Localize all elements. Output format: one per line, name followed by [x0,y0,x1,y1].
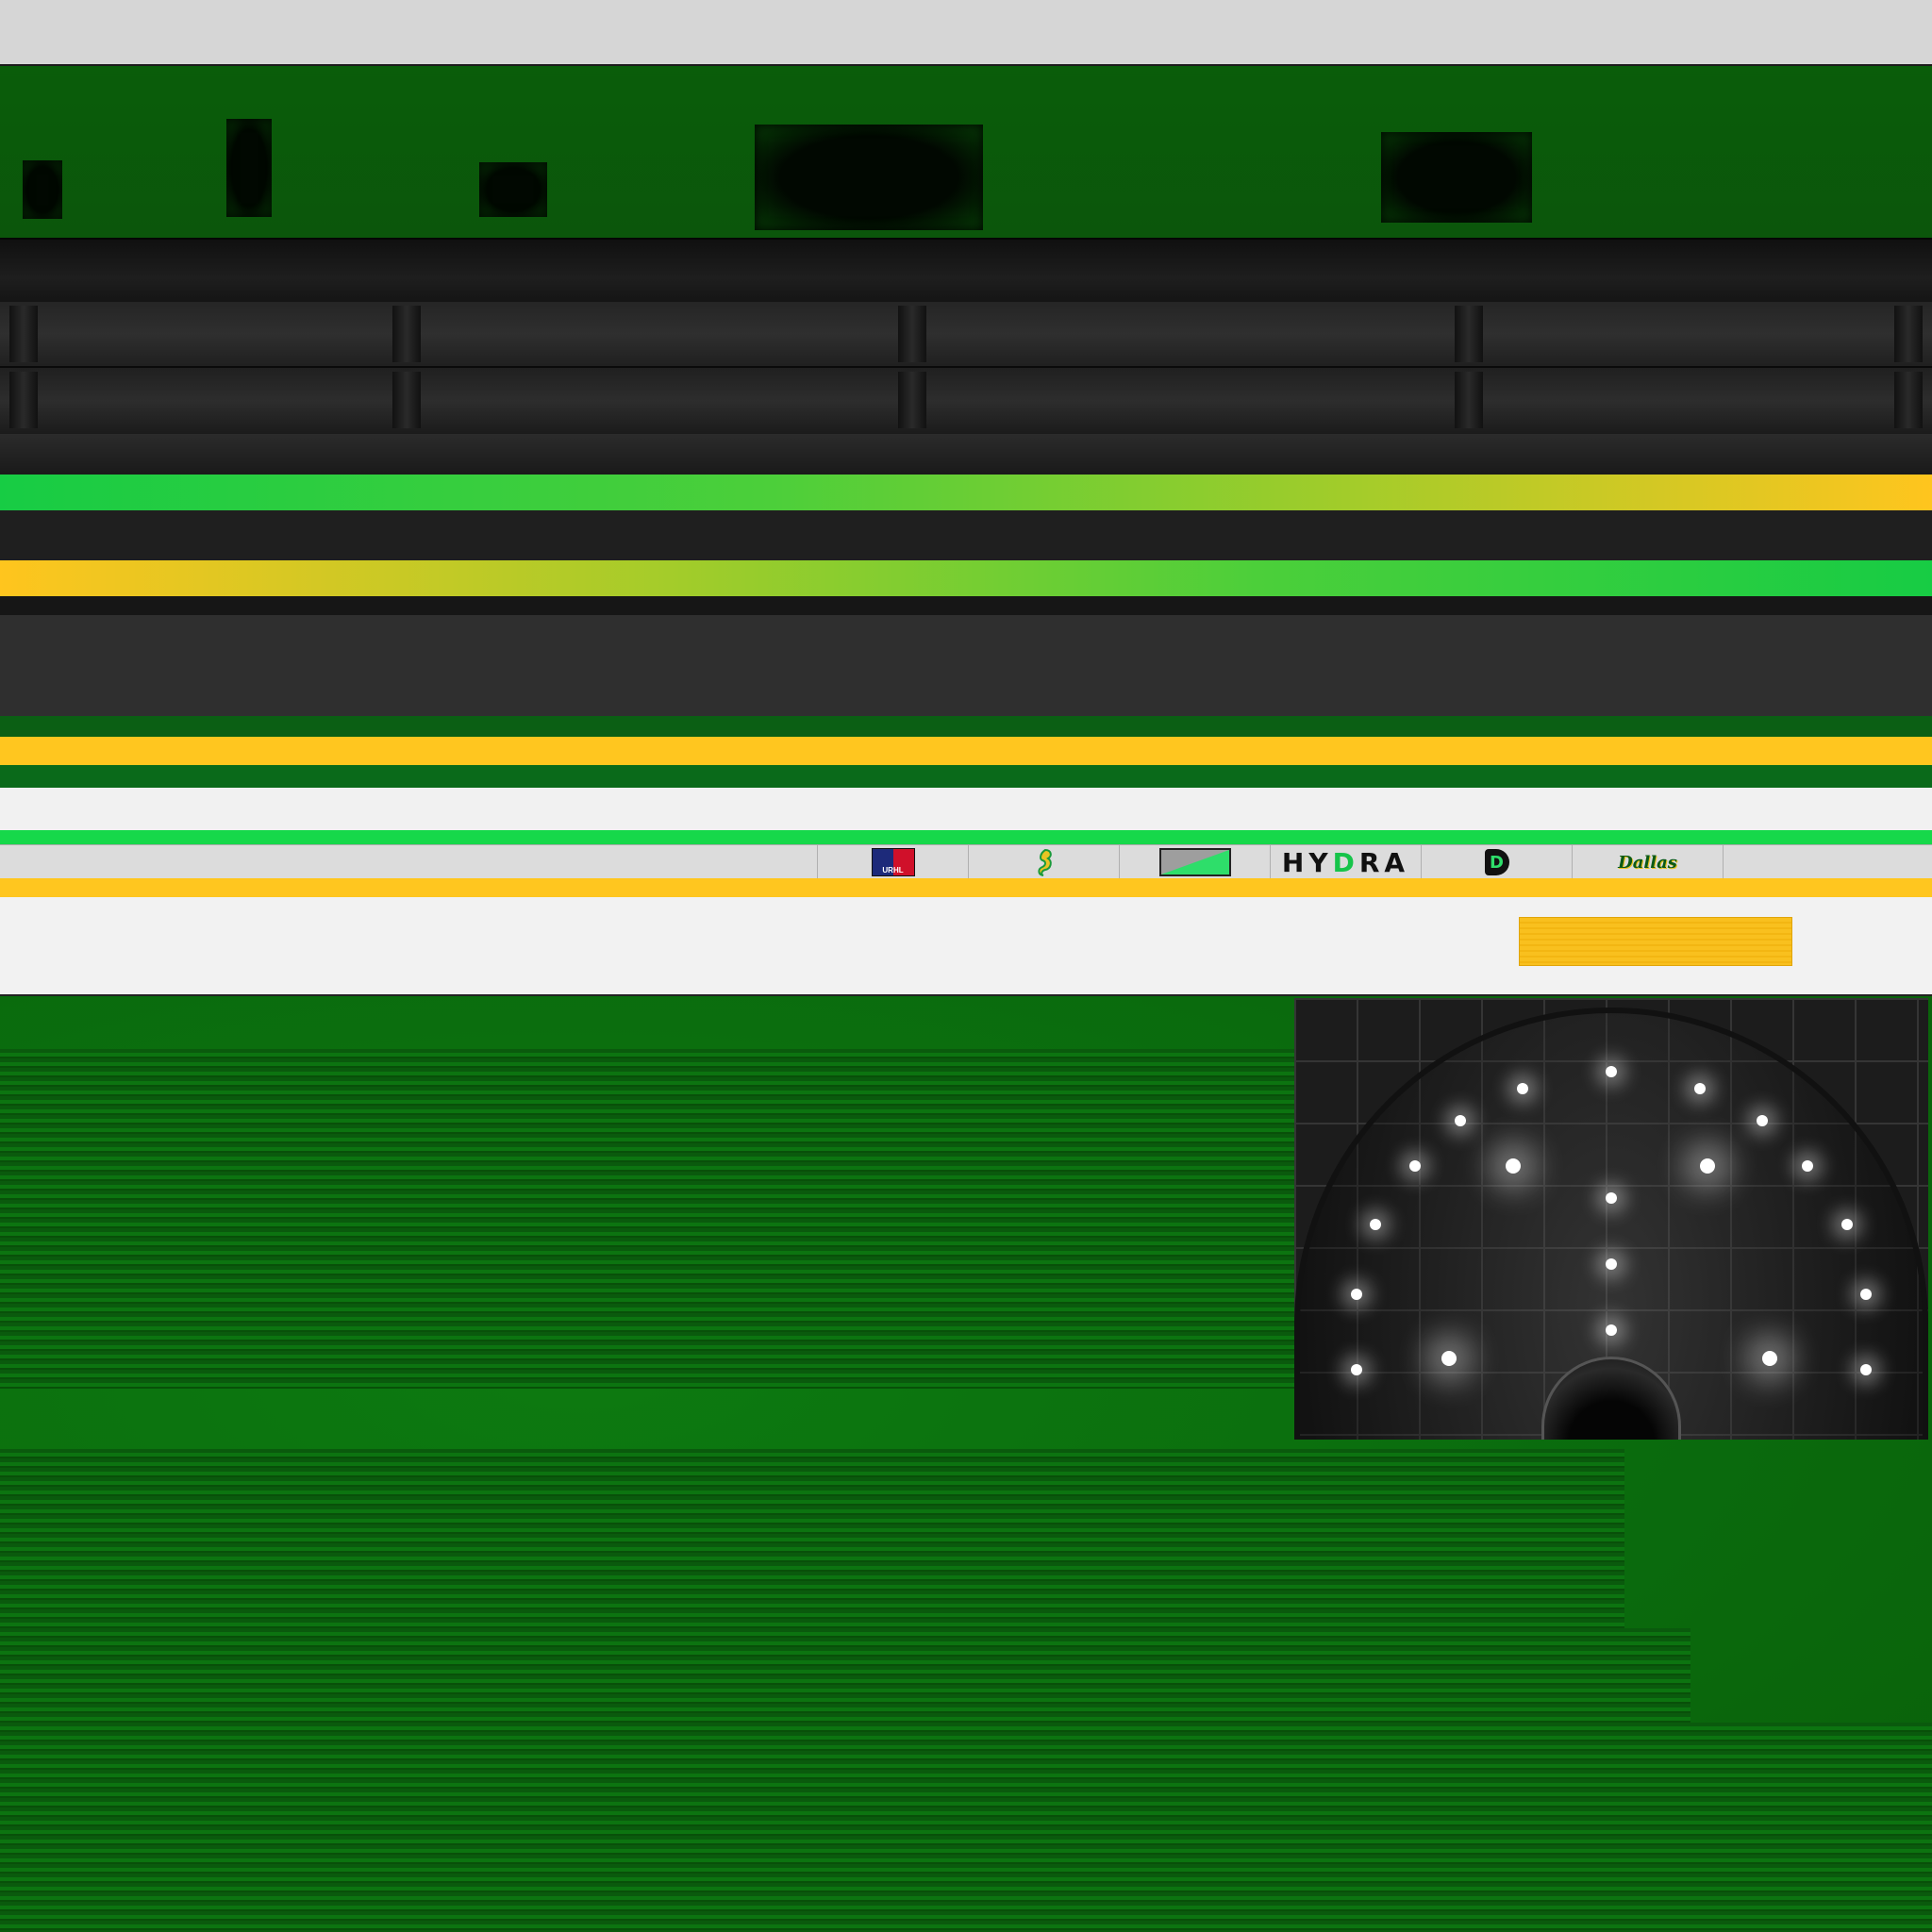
rail-post [392,306,421,362]
rail-post [898,372,926,428]
tunnel-light [1700,1158,1715,1174]
dallas-script-logo: Dallas [1618,852,1677,873]
dark-rail-middle [0,302,1932,369]
dark-rail-bottom [0,368,1932,437]
rail-post [1894,372,1923,428]
yellow-plate-panel [1519,917,1792,966]
ribbed-seating-block [0,1628,1690,1737]
tunnel-light [1802,1160,1813,1172]
tunnel-light [1860,1364,1872,1375]
top-trim-strip [0,0,1932,66]
tunnel-light [1517,1083,1528,1094]
tunnel-light [1606,1066,1617,1077]
green-wall-band [0,66,1932,238]
rail-post [9,372,38,428]
seahorse-logo-icon [1037,848,1052,876]
bright-green-stripe [0,830,1932,844]
rail-post [392,372,421,428]
dark-separator-band [0,510,1932,560]
rail-post [1894,306,1923,362]
ribbed-seating-block [0,1049,1294,1389]
dark-green-stripe [0,765,1932,788]
dark-rail-foot [0,434,1932,475]
team-d-monogram-icon: D [1484,849,1509,875]
tunnel-light [1606,1192,1617,1204]
tunnel-light [1441,1351,1457,1366]
rail-post [898,306,926,362]
rail-post [1455,372,1483,428]
wall-recess [226,119,272,217]
hydra-wordmark: HYDRA [1281,846,1410,878]
wall-recess [1381,132,1532,223]
tunnel-light [1860,1289,1872,1300]
tunnel-light [1351,1364,1362,1375]
sponsor-cell-seahorse [968,845,1119,879]
sponsor-cell-hydra: HYDRA [1270,845,1421,879]
rail-post [9,306,38,362]
rail-post [1455,306,1483,362]
tunnel-light [1757,1115,1768,1126]
gradient-stripe-green-to-yellow [0,475,1932,510]
dark-panel-band [0,615,1932,716]
urhl-league-logo-icon: URHL [871,848,915,876]
green-triangle-banner-icon [1158,848,1231,876]
tunnel-light [1351,1289,1362,1300]
ribbed-seating-block [0,1723,1932,1932]
gradient-stripe-yellow-to-green [0,560,1932,596]
yellow-stripe [0,737,1932,765]
sponsor-logo-strip: URHL HYDRA D Dallas [0,844,1932,880]
tunnel-light [1506,1158,1521,1174]
tunnel-light [1841,1219,1853,1230]
tunnel-light [1606,1324,1617,1336]
tunnel-light [1370,1219,1381,1230]
wall-recess [23,160,62,219]
tunnel-light [1455,1115,1466,1126]
tunnel-light [1409,1160,1421,1172]
tunnel-light [1694,1083,1706,1094]
wall-recess [755,125,983,230]
dark-green-stripe [0,716,1932,737]
wall-recess [479,162,547,217]
dark-gap-band [0,596,1932,615]
yellow-stripe [0,878,1932,897]
ribbed-seating-block [0,1449,1624,1657]
tunnel-light [1762,1351,1777,1366]
white-board-band [0,788,1932,830]
tunnel-light [1606,1258,1617,1270]
dark-rail-top [0,238,1932,306]
sponsor-cell-triangle [1119,845,1270,879]
sponsor-cell-urhl: URHL [817,845,968,879]
entrance-tunnel [1294,998,1928,1440]
d-monogram-label: D [1490,852,1504,873]
sponsor-cell-dallas: Dallas [1572,845,1724,879]
sponsor-cell-d: D [1421,845,1572,879]
urhl-label: URHL [882,866,904,874]
